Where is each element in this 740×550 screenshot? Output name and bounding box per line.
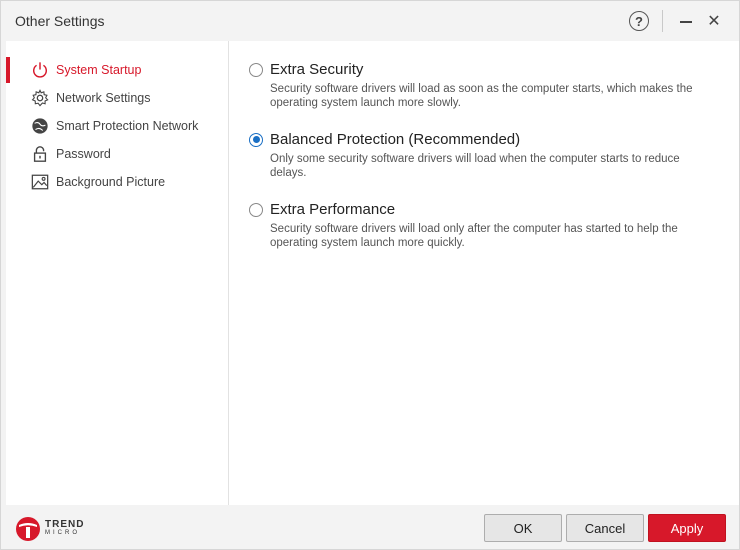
brand-sub: MICRO	[45, 530, 80, 536]
minimize-button[interactable]	[675, 10, 697, 32]
option-description: Security software drivers will load as s…	[270, 83, 693, 109]
radio-button[interactable]	[249, 62, 263, 77]
radio-button[interactable]	[249, 202, 263, 217]
globe-icon	[30, 116, 50, 136]
sidebar-item-password[interactable]: Password	[6, 140, 228, 168]
brand-name: TREND	[45, 519, 85, 530]
option-description: Only some security software drivers will…	[270, 153, 680, 179]
close-button[interactable]: ✕	[703, 10, 725, 32]
sidebar-item-label: Password	[56, 147, 111, 161]
cancel-button[interactable]: Cancel	[566, 514, 644, 542]
radio-extra-security[interactable]: Extra Security	[249, 61, 719, 78]
ok-button[interactable]: OK	[484, 514, 562, 542]
sidebar-item-system-startup[interactable]: System Startup	[6, 56, 228, 84]
sidebar-item-label: Background Picture	[56, 175, 166, 189]
radio-button-selected[interactable]	[249, 132, 263, 147]
option-title: Extra Security	[270, 61, 364, 78]
option-description: Security software drivers will load only…	[270, 223, 678, 249]
title-bar: Other Settings ? ✕	[1, 1, 739, 41]
sidebar-item-network-settings[interactable]: Network Settings	[6, 84, 228, 112]
settings-window: Other Settings ? ✕ System Startup Networ…	[0, 0, 740, 550]
option-extra-security: Extra Security Security software drivers…	[249, 61, 719, 110]
title-divider	[662, 10, 663, 32]
trend-micro-logo-icon	[16, 517, 40, 541]
minimize-icon	[680, 21, 692, 23]
startup-options-panel: Extra Security Security software drivers…	[229, 41, 739, 505]
power-icon	[30, 60, 50, 80]
sidebar-item-label: System Startup	[56, 63, 142, 77]
sidebar-item-label: Smart Protection Network	[56, 119, 199, 133]
sidebar-item-smart-protection-network[interactable]: Smart Protection Network	[6, 112, 228, 140]
option-balanced-protection: Balanced Protection (Recommended) Only s…	[249, 131, 719, 180]
brand-text: TREND MICRO	[45, 520, 84, 538]
help-button[interactable]: ?	[629, 11, 649, 31]
footer-bar: TREND MICRO OK Cancel Apply	[1, 505, 739, 549]
window-title: Other Settings	[15, 13, 105, 29]
sidebar: System Startup Network Settings Smart Pr…	[6, 41, 228, 505]
radio-balanced-protection[interactable]: Balanced Protection (Recommended)	[249, 131, 719, 148]
option-title: Balanced Protection (Recommended)	[270, 131, 521, 148]
option-title: Extra Performance	[270, 201, 396, 218]
gear-icon	[30, 88, 50, 108]
picture-icon	[30, 172, 50, 192]
sidebar-item-background-picture[interactable]: Background Picture	[6, 168, 228, 196]
option-extra-performance: Extra Performance Security software driv…	[249, 201, 719, 250]
lock-icon	[30, 144, 50, 164]
trend-micro-logo: TREND MICRO	[15, 516, 84, 542]
apply-button[interactable]: Apply	[648, 514, 726, 542]
window-controls: ? ✕	[629, 1, 739, 41]
sidebar-item-label: Network Settings	[56, 91, 151, 105]
radio-extra-performance[interactable]: Extra Performance	[249, 201, 719, 218]
